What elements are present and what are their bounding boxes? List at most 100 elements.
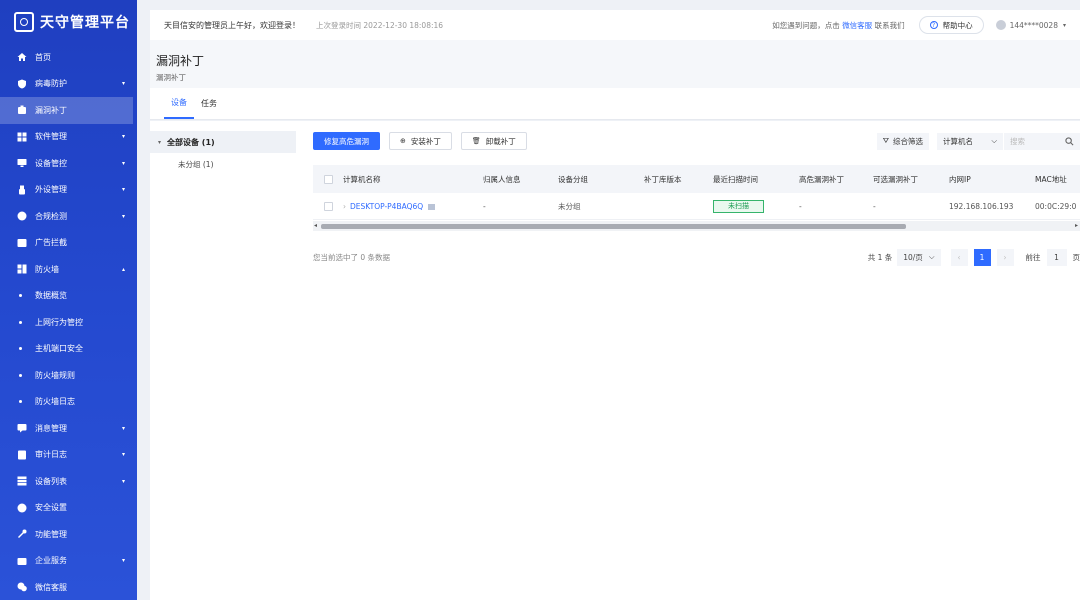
expand-icon[interactable]: › <box>343 202 346 211</box>
goto-page-input[interactable]: 1 <box>1046 248 1067 266</box>
pagination: 共 1 条 10/页 ⌵ ‹ 1 › 前往 1 页 <box>868 248 1080 266</box>
last-login-time: 上次登录时间 2022-12-30 18:08:16 <box>316 20 444 30</box>
col-mac[interactable]: MAC地址 <box>1035 174 1080 185</box>
col-owner[interactable]: 归属人信息 <box>483 174 558 185</box>
sidebar-item-0[interactable]: 首页 <box>0 44 137 71</box>
sidebar-item-16[interactable]: 设备列表 ▾ <box>0 468 137 495</box>
sidebar-item-20[interactable]: 微信客服 <box>0 574 137 600</box>
col-optional[interactable]: 可选漏洞补丁 <box>873 174 949 185</box>
sidebar-nav: 首页 病毒防护 ▾ 漏洞补丁 软件管理 ▾ 设备管控 ▾ 外设管理 ▾ 合规检测 ▾ 广告拦截 防火墙 ▴ 数… <box>0 44 137 600</box>
help-suffix: 联系我们 <box>874 20 905 30</box>
device-list-icon <box>17 476 27 486</box>
sidebar-item-13[interactable]: 防火墙日志 <box>0 389 137 416</box>
welcome-message: 天目信安的管理员上午好，欢迎登录！ <box>164 20 300 30</box>
sidebar-item-2[interactable]: 漏洞补丁 <box>0 97 133 124</box>
sidebar-item-label: 漏洞补丁 <box>35 105 67 115</box>
caret-down-icon[interactable]: ▾ <box>158 139 161 146</box>
monitor-icon <box>17 158 27 168</box>
scrollbar-thumb[interactable] <box>321 224 906 229</box>
chevron-down-icon: ▾ <box>121 212 125 220</box>
sidebar-item-17[interactable]: 安全设置 <box>0 495 137 522</box>
page-size-select[interactable]: 10/页 ⌵ <box>897 248 941 266</box>
cell-ip: 192.168.106.193 <box>949 201 1014 211</box>
scroll-left-icon[interactable]: ◂ <box>314 222 317 229</box>
table-footer: 您当前选中了 0 条数据 共 1 条 10/页 ⌵ ‹ 1 › 前往 1 页 <box>313 237 1080 277</box>
horizontal-scrollbar[interactable]: ◂ ▸ <box>313 221 1080 231</box>
sidebar: 天守管理平台 首页 病毒防护 ▾ 漏洞补丁 软件管理 ▾ 设备管控 ▾ 外设管理 ▾ 合规检测 ▾ 广告… <box>0 0 137 600</box>
col-last-scan[interactable]: 最近扫描时间 <box>713 174 799 185</box>
logo-icon <box>14 12 34 32</box>
help-center-button[interactable]: ? 帮助中心 <box>918 16 984 34</box>
search-icon[interactable] <box>1065 136 1074 146</box>
scroll-right-icon[interactable]: ▸ <box>1075 222 1078 229</box>
prev-page-button[interactable]: ‹ <box>950 248 968 266</box>
tree-node-ungrouped[interactable]: 未分组 (1) <box>150 153 296 175</box>
sidebar-item-8[interactable]: 防火墙 ▴ <box>0 256 137 283</box>
uninstall-patch-button[interactable]: 🗑 卸载补丁 <box>460 132 527 150</box>
page-number-current[interactable]: 1 <box>973 248 991 266</box>
sidebar-item-label: 上网行为管控 <box>35 317 83 327</box>
sidebar-item-6[interactable]: 合规检测 ▾ <box>0 203 137 230</box>
sidebar-item-18[interactable]: 功能管理 <box>0 521 137 548</box>
sidebar-item-3[interactable]: 软件管理 ▾ <box>0 124 137 151</box>
sidebar-item-4[interactable]: 设备管控 ▾ <box>0 150 137 177</box>
bullet-icon <box>19 347 22 351</box>
sidebar-item-label: 功能管理 <box>35 529 67 539</box>
col-ip[interactable]: 内网IP <box>949 174 1035 185</box>
col-group[interactable]: 设备分组 <box>558 174 644 185</box>
sidebar-item-10[interactable]: 上网行为管控 <box>0 309 137 336</box>
row-checkbox[interactable] <box>323 201 333 211</box>
user-menu[interactable]: 144****0028 ▾ <box>995 20 1066 30</box>
goto-label: 前往 <box>1025 252 1041 262</box>
device-table: 计算机名称 归属人信息 设备分组 补丁库版本 最近扫描时间 高危漏洞补丁 可选漏… <box>313 165 1080 231</box>
usb-icon <box>17 185 27 195</box>
status-badge: 未扫描 <box>713 199 764 213</box>
chevron-down-icon: ▾ <box>121 80 125 88</box>
cell-mac: 00:0C:29:0 <box>1035 201 1077 211</box>
tools-icon <box>17 529 27 539</box>
computer-name-link[interactable]: › DESKTOP-P4BAQ6Q <box>343 202 423 211</box>
install-patch-label: 安装补丁 <box>410 136 441 146</box>
sidebar-item-label: 广告拦截 <box>35 238 67 248</box>
content-area: 修复高危漏洞 ⊕ 安装补丁 🗑 卸载补丁 ⛛ 综合筛选 计算机名 ⌵ 搜索 计算… <box>313 121 1080 277</box>
sidebar-item-7[interactable]: 广告拦截 <box>0 230 137 257</box>
col-high-risk[interactable]: 高危漏洞补丁 <box>799 174 873 185</box>
sidebar-item-label: 微信客服 <box>35 582 67 592</box>
fix-high-risk-button[interactable]: 修复高危漏洞 <box>313 132 380 150</box>
table-row[interactable]: › DESKTOP-P4BAQ6Q - 未分组 未扫描 - - 192.168.1… <box>313 193 1080 220</box>
chevron-down-icon: ▾ <box>121 477 125 485</box>
tab-devices[interactable]: 设备 <box>164 88 194 119</box>
sidebar-item-label: 首页 <box>35 52 51 62</box>
install-patch-button[interactable]: ⊕ 安装补丁 <box>389 132 452 150</box>
advanced-filter-button[interactable]: ⛛ 综合筛选 <box>876 132 929 150</box>
chevron-down-icon: ▾ <box>1062 21 1066 29</box>
sidebar-item-14[interactable]: 消息管理 ▾ <box>0 415 137 442</box>
select-all-checkbox[interactable] <box>323 174 333 184</box>
tab-tasks[interactable]: 任务 <box>194 88 224 119</box>
help-icon: ? <box>929 21 938 29</box>
search-input[interactable]: 搜索 <box>1004 132 1080 150</box>
search-field-select[interactable]: 计算机名 ⌵ <box>937 132 1003 150</box>
shield-icon <box>17 79 27 89</box>
sidebar-item-1[interactable]: 病毒防护 ▾ <box>0 71 137 98</box>
next-page-button[interactable]: › <box>996 248 1014 266</box>
app-logo[interactable]: 天守管理平台 <box>0 0 137 44</box>
sidebar-item-12[interactable]: 防火墙规则 <box>0 362 137 389</box>
col-patch-version[interactable]: 补丁库版本 <box>644 174 713 185</box>
apps-icon <box>17 132 27 142</box>
sidebar-item-19[interactable]: 企业服务 ▾ <box>0 548 137 575</box>
uninstall-patch-label: 卸载补丁 <box>485 136 516 146</box>
tree-node-all-devices[interactable]: ▾ 全部设备 (1) <box>150 131 296 153</box>
top-bar: 天目信安的管理员上午好，欢迎登录！ 上次登录时间 2022-12-30 18:0… <box>150 10 1080 40</box>
col-computer-name[interactable]: 计算机名称 <box>343 174 483 185</box>
sidebar-item-11[interactable]: 主机端口安全 <box>0 336 137 363</box>
chevron-down-icon: ⌵ <box>991 136 997 145</box>
chevron-down-icon: ▾ <box>121 451 125 459</box>
sidebar-item-15[interactable]: 审计日志 ▾ <box>0 442 137 469</box>
sidebar-item-5[interactable]: 外设管理 ▾ <box>0 177 137 204</box>
patch-icon <box>17 105 27 115</box>
sidebar-item-9[interactable]: 数据概览 <box>0 283 137 310</box>
wechat-support-link[interactable]: 微信客服 <box>842 21 872 30</box>
filter-icon: ⛛ <box>882 136 889 145</box>
sidebar-item-label: 设备管控 <box>35 158 67 168</box>
